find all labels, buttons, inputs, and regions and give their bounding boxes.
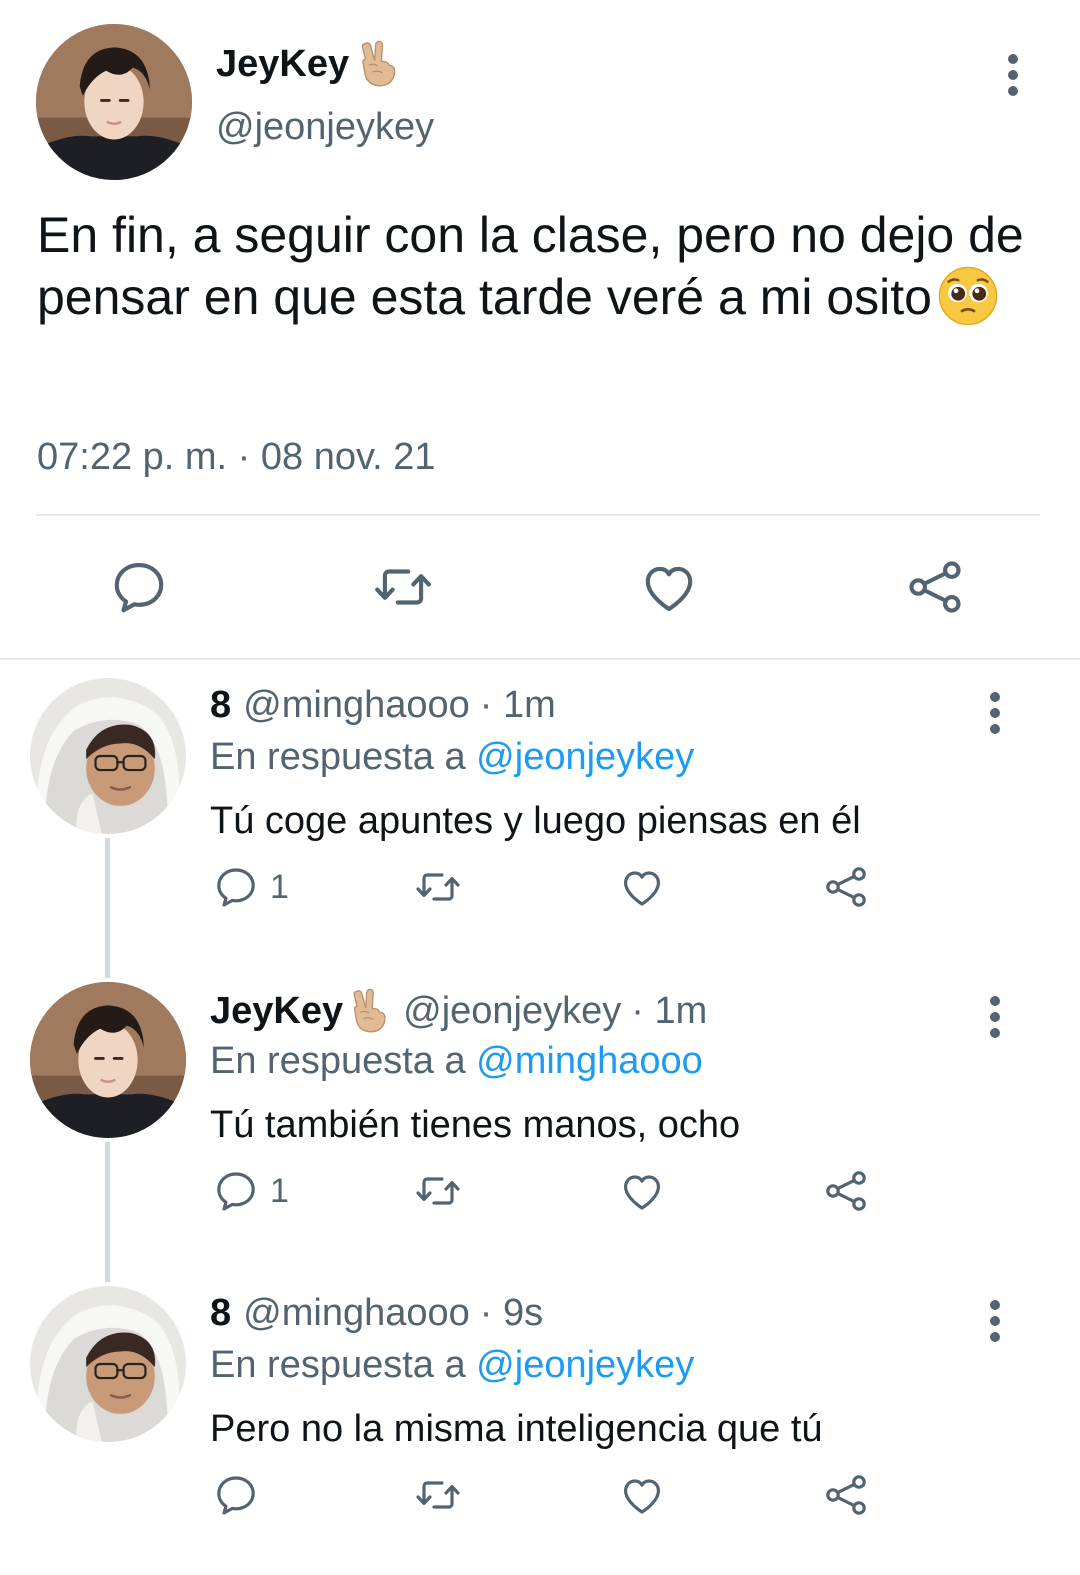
reply-tweet: 8 @minghaooo · 1m En respuesta a @jeonje… bbox=[0, 660, 1080, 965]
reply-count: 1 bbox=[270, 1171, 289, 1210]
profile-photo bbox=[36, 24, 192, 180]
victory-hand-emoji bbox=[355, 40, 401, 88]
display-name[interactable]: JeyKey bbox=[210, 990, 343, 1033]
like-icon[interactable] bbox=[618, 1470, 666, 1520]
mention-link[interactable]: @minghaooo bbox=[476, 1040, 703, 1082]
more-options-icon[interactable] bbox=[980, 688, 1010, 738]
more-options-icon[interactable] bbox=[980, 1296, 1010, 1346]
reply-icon bbox=[212, 1167, 260, 1215]
reply-header: JeyKey @jeonjeykey · 1m bbox=[210, 988, 707, 1034]
reply-text: Tú también tienes manos, ocho bbox=[210, 1104, 741, 1146]
retweet-icon[interactable] bbox=[414, 1166, 462, 1216]
reply-header: 8 @minghaooo · 1m bbox=[210, 684, 556, 727]
user-handle[interactable]: @jeonjeykey bbox=[216, 106, 434, 149]
retweet-icon[interactable] bbox=[372, 556, 434, 618]
reply-tweet: JeyKey @jeonjeykey · 1m En respuesta a @… bbox=[0, 964, 1080, 1269]
more-options-icon[interactable] bbox=[980, 992, 1010, 1042]
in-reply-label: En respuesta a bbox=[210, 736, 477, 778]
in-reply-label: En respuesta a bbox=[210, 1040, 477, 1082]
main-tweet: JeyKey @jeonjeykey En fin, a seguir con … bbox=[0, 0, 1080, 660]
reply-count: 1 bbox=[270, 867, 289, 906]
avatar[interactable] bbox=[30, 1286, 186, 1442]
reply-icon bbox=[212, 863, 260, 911]
reply-icon bbox=[212, 1471, 260, 1519]
reply-tweet: 8 @minghaooo · 9s En respuesta a @jeonje… bbox=[0, 1268, 1080, 1573]
user-handle[interactable]: @jeonjeykey bbox=[403, 990, 621, 1033]
like-icon[interactable] bbox=[618, 1166, 666, 1216]
reply-button[interactable]: 1 bbox=[212, 1166, 289, 1216]
victory-hand-emoji bbox=[347, 988, 391, 1034]
tweet-timestamp[interactable]: 07:22 p. m. · 08 nov. 21 bbox=[37, 436, 436, 479]
avatar[interactable] bbox=[30, 678, 186, 834]
retweet-icon[interactable] bbox=[414, 1470, 462, 1520]
in-reply-label: En respuesta a bbox=[210, 1344, 477, 1386]
in-reply-to: En respuesta a @jeonjeykey bbox=[210, 736, 694, 779]
mention-link[interactable]: @jeonjeykey bbox=[476, 1344, 694, 1386]
reply-text: Tú coge apuntes y luego piensas en él bbox=[210, 800, 861, 842]
more-options-icon[interactable] bbox=[998, 50, 1028, 100]
display-name[interactable]: JeyKey bbox=[216, 40, 401, 88]
user-handle[interactable]: @minghaooo bbox=[243, 1292, 470, 1335]
in-reply-to: En respuesta a @minghaooo bbox=[210, 1040, 703, 1083]
mention-link[interactable]: @jeonjeykey bbox=[476, 736, 694, 778]
like-icon[interactable] bbox=[638, 556, 700, 618]
in-reply-to: En respuesta a @jeonjeykey bbox=[210, 1344, 694, 1387]
reply-header: 8 @minghaooo · 9s bbox=[210, 1292, 543, 1335]
profile-photo bbox=[30, 1286, 186, 1442]
profile-photo bbox=[30, 678, 186, 834]
share-icon[interactable] bbox=[822, 1470, 870, 1520]
reply-time: · 1m bbox=[631, 989, 708, 1032]
display-name[interactable]: 8 bbox=[210, 684, 231, 727]
divider bbox=[36, 514, 1040, 516]
reply-text: Pero no la misma inteligencia que tú bbox=[210, 1408, 823, 1450]
display-name-text: JeyKey bbox=[216, 42, 350, 85]
share-icon[interactable] bbox=[822, 1166, 870, 1216]
retweet-icon[interactable] bbox=[414, 862, 462, 912]
profile-photo bbox=[30, 982, 186, 1138]
tweet-text: En fin, a seguir con la clase, pero no d… bbox=[37, 204, 1047, 328]
display-name[interactable]: 8 bbox=[210, 1292, 231, 1335]
avatar[interactable] bbox=[36, 24, 192, 180]
user-handle[interactable]: @minghaooo bbox=[243, 684, 470, 727]
reply-button[interactable] bbox=[212, 1470, 270, 1520]
reply-button[interactable]: 1 bbox=[212, 862, 289, 912]
reply-icon[interactable] bbox=[108, 556, 170, 618]
tweet-text-content: En fin, a seguir con la clase, pero no d… bbox=[37, 207, 1024, 325]
like-icon[interactable] bbox=[618, 862, 666, 912]
avatar[interactable] bbox=[30, 982, 186, 1138]
reply-time: · 1m bbox=[479, 684, 556, 726]
pleading-face-emoji bbox=[938, 266, 998, 326]
share-icon[interactable] bbox=[822, 862, 870, 912]
reply-time: · 9s bbox=[479, 1292, 544, 1334]
share-icon[interactable] bbox=[904, 556, 966, 618]
